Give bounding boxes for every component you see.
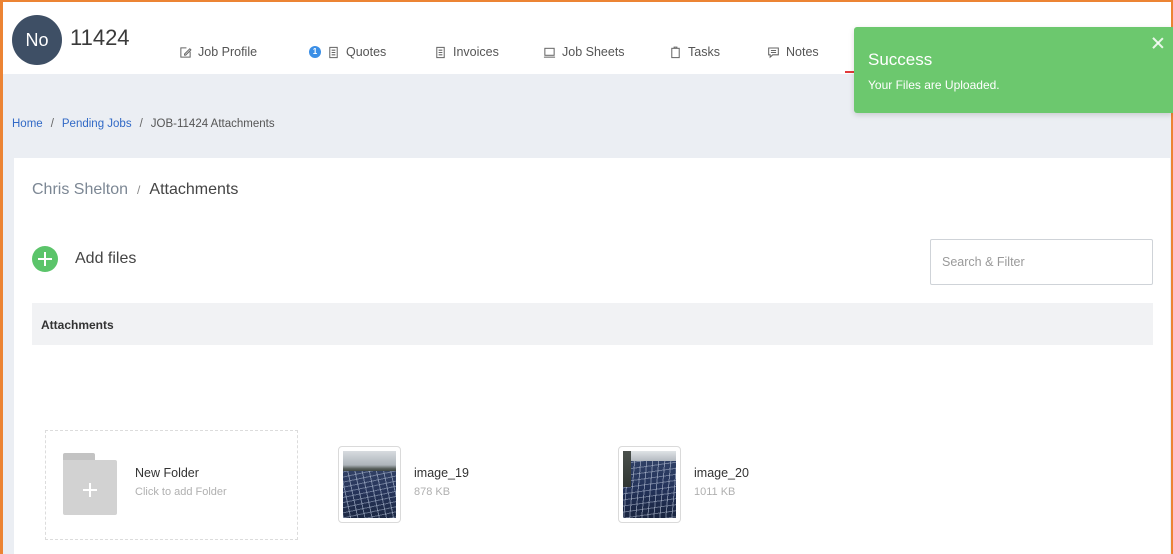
breadcrumb-separator: / bbox=[50, 118, 54, 130]
document-icon bbox=[436, 46, 445, 58]
laptop-icon bbox=[543, 47, 556, 58]
success-toast: Success Your Files are Uploaded. bbox=[854, 27, 1173, 113]
attachments-section-header: Attachments bbox=[32, 303, 1153, 345]
tab-label: Quotes bbox=[346, 45, 387, 59]
tab-label: Invoices bbox=[453, 45, 499, 59]
attachments-panel: Chris Shelton / Attachments Add files At… bbox=[14, 158, 1170, 554]
photo-sky bbox=[343, 451, 396, 471]
breadcrumb-home[interactable]: Home bbox=[12, 118, 43, 130]
toast-message: Your Files are Uploaded. bbox=[868, 78, 1000, 92]
breadcrumb: Home / Pending Jobs / JOB-11424 Attachments bbox=[12, 116, 275, 132]
quotes-count-badge: 1 bbox=[309, 46, 321, 58]
search-input[interactable] bbox=[930, 239, 1153, 285]
avatar: No bbox=[12, 15, 62, 65]
photo-sky bbox=[631, 451, 676, 461]
tab-quotes[interactable]: 1 Quotes bbox=[309, 44, 386, 60]
tab-job-profile[interactable]: Job Profile bbox=[179, 44, 257, 60]
new-folder-hint: Click to add Folder bbox=[135, 486, 227, 498]
tab-tasks[interactable]: Tasks bbox=[669, 44, 720, 60]
folder-plus-icon bbox=[63, 453, 117, 515]
client-name[interactable]: Chris Shelton bbox=[32, 180, 128, 200]
file-size: 1011 KB bbox=[694, 486, 736, 498]
file-thumbnail[interactable] bbox=[338, 446, 401, 523]
close-icon[interactable] bbox=[1152, 37, 1164, 49]
chat-icon bbox=[768, 47, 779, 58]
plus-icon bbox=[83, 483, 97, 497]
photo-trees bbox=[623, 451, 631, 487]
solar-panel-photo bbox=[343, 451, 396, 518]
tab-job-sheets[interactable]: Job Sheets bbox=[543, 44, 625, 60]
tab-label: Tasks bbox=[688, 45, 720, 59]
attachments-header-label: Attachments bbox=[41, 318, 114, 332]
document-icon bbox=[329, 46, 338, 58]
frame-border-left bbox=[0, 0, 3, 554]
file-size: 878 KB bbox=[414, 486, 451, 498]
new-folder-title: New Folder bbox=[135, 466, 199, 480]
tab-label: Job Profile bbox=[198, 45, 258, 59]
file-name[interactable]: image_20 bbox=[694, 465, 749, 481]
tab-notes[interactable]: Notes bbox=[767, 44, 819, 60]
title-separator: / bbox=[137, 183, 141, 197]
solar-panel-photo bbox=[623, 451, 676, 518]
page-title: Chris Shelton / Attachments bbox=[32, 180, 238, 200]
plus-circle-icon[interactable] bbox=[32, 246, 58, 272]
file-thumbnail[interactable] bbox=[618, 446, 681, 523]
toast-title: Success bbox=[868, 50, 933, 69]
folder-body bbox=[63, 460, 117, 515]
breadcrumb-pending-jobs[interactable]: Pending Jobs bbox=[62, 118, 132, 130]
job-number: 11424 bbox=[70, 25, 130, 50]
breadcrumb-current: JOB-11424 Attachments bbox=[150, 118, 275, 130]
add-files-button[interactable]: Add files bbox=[75, 249, 136, 269]
edit-icon bbox=[180, 46, 192, 58]
file-item[interactable]: image_19 878 KB bbox=[338, 446, 538, 523]
breadcrumb-separator: / bbox=[139, 118, 143, 130]
tab-label: Job Sheets bbox=[562, 45, 625, 59]
file-item[interactable]: image_20 1011 KB bbox=[618, 446, 818, 523]
clipboard-icon bbox=[671, 46, 680, 58]
new-folder-button[interactable]: New Folder Click to add Folder bbox=[45, 430, 298, 540]
frame-border-top bbox=[0, 0, 1173, 2]
file-name[interactable]: image_19 bbox=[414, 465, 469, 481]
tab-label: Notes bbox=[786, 45, 819, 59]
tab-invoices[interactable]: Invoices bbox=[434, 44, 499, 60]
section-name: Attachments bbox=[149, 181, 239, 198]
